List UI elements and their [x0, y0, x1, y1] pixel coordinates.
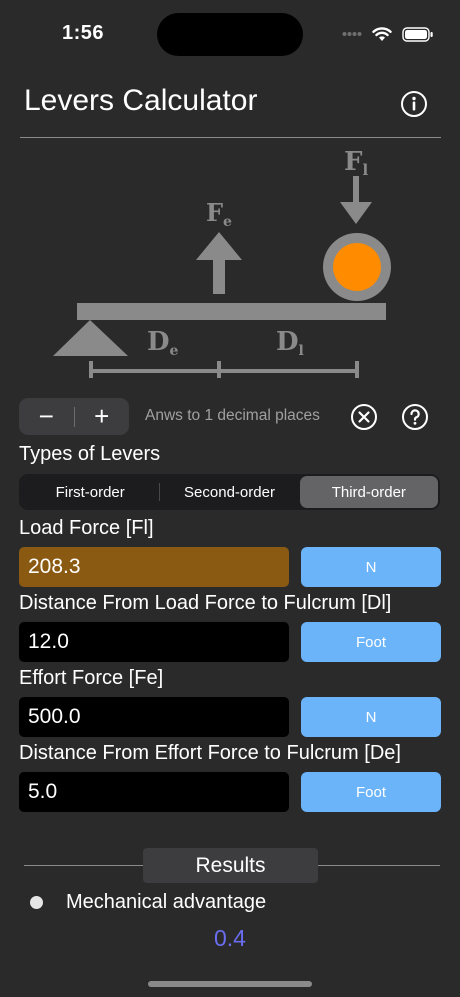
segment-third-order[interactable]: Third-order	[299, 476, 438, 508]
dimension-line	[89, 361, 359, 378]
effort-force-unit-button[interactable]: N	[301, 697, 441, 737]
effort-distance-field-label: Distance From Effort Force to Fulcrum [D…	[19, 742, 401, 764]
decimal-places-text: Anws to 1 decimal places	[145, 407, 320, 424]
app-screen: 1:56 Levers Calculator Fl Fe De Dl − + A…	[0, 0, 460, 997]
lever-type-segmented-control: First-order Second-order Third-order	[19, 474, 440, 510]
info-icon[interactable]	[400, 90, 428, 118]
load-force-label: Fl	[344, 147, 368, 179]
decimal-stepper: − +	[19, 398, 129, 435]
effort-force-input[interactable]: 500.0	[19, 697, 289, 737]
status-icons	[342, 22, 434, 46]
results-header: Results	[143, 848, 318, 883]
decrease-decimals-button[interactable]: −	[19, 398, 74, 435]
load-distance-label: Dl	[276, 327, 304, 359]
signal-icon	[342, 32, 362, 36]
load-force-unit-button[interactable]: N	[301, 547, 441, 587]
battery-icon	[402, 26, 433, 42]
clear-icon[interactable]	[350, 403, 378, 431]
segment-second-order[interactable]: Second-order	[160, 476, 298, 508]
fulcrum	[53, 320, 128, 356]
wifi-icon	[372, 26, 392, 41]
load-distance-input[interactable]: 12.0	[19, 622, 289, 662]
effort-distance-unit-button[interactable]: Foot	[301, 772, 441, 812]
effort-force-field-label: Effort Force [Fe]	[19, 667, 164, 689]
segment-first-order[interactable]: First-order	[21, 476, 159, 508]
effort-force-label: Fe	[206, 198, 232, 230]
bullet-icon	[30, 896, 43, 909]
load-force-arrow	[340, 176, 372, 224]
results-divider-left	[24, 865, 144, 866]
status-time: 1:56	[62, 22, 105, 44]
dynamic-island	[157, 13, 303, 56]
effort-force-arrow	[196, 232, 242, 294]
lever-diagram: Fl Fe De Dl	[53, 147, 391, 378]
status-bar: 1:56	[0, 0, 460, 70]
results-divider-right	[317, 865, 440, 866]
lever-types-label: Types of Levers	[19, 443, 161, 465]
load-distance-field-label: Distance From Load Force to Fulcrum [Dl]	[19, 592, 392, 614]
effort-distance-label: De	[147, 327, 179, 359]
load-distance-unit-button[interactable]: Foot	[301, 622, 441, 662]
mechanical-advantage-value: 0.4	[214, 925, 246, 951]
load-force-label: Load Force [Fl]	[19, 517, 154, 539]
effort-distance-input[interactable]: 5.0	[19, 772, 289, 812]
load-force-input[interactable]: 208.3	[19, 547, 289, 587]
home-indicator	[148, 981, 312, 987]
page-title: Levers Calculator	[24, 84, 258, 117]
lever-beam	[77, 303, 386, 320]
header-divider	[20, 137, 441, 138]
help-icon[interactable]	[401, 403, 429, 431]
increase-decimals-button[interactable]: +	[75, 398, 130, 435]
mechanical-advantage-label: Mechanical advantage	[66, 891, 267, 913]
load-ball-inner	[333, 243, 381, 291]
